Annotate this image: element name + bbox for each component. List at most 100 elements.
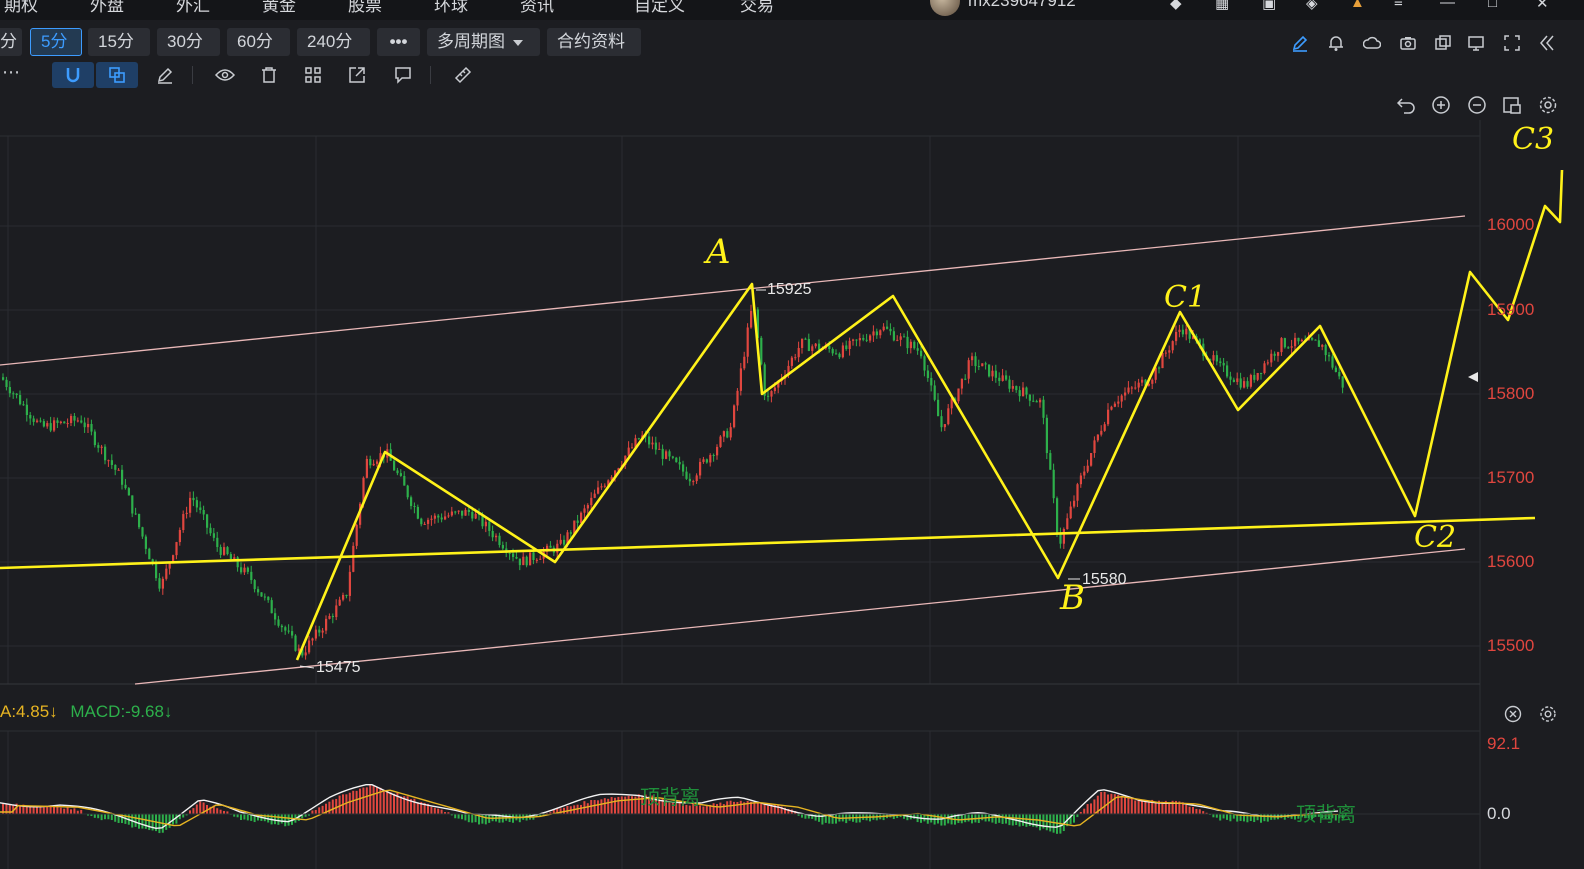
candle-body (1226, 365, 1229, 377)
macd-bar (192, 808, 195, 814)
last-price-arrow (1468, 372, 1478, 382)
macd-bar (32, 806, 35, 814)
candle-body (797, 347, 800, 358)
macd-bar (335, 798, 338, 814)
candle-body (1317, 340, 1320, 347)
macd-bar (331, 799, 334, 814)
macd-bar (1127, 797, 1130, 814)
macd-bar (600, 799, 603, 814)
candle-body (933, 385, 936, 400)
candle-body (8, 387, 11, 394)
candle-body (141, 527, 144, 537)
candle-body (430, 518, 433, 520)
macd-bar (607, 798, 610, 814)
candle-body (420, 518, 423, 525)
candle-body (192, 497, 195, 501)
close-indicator-icon[interactable] (1504, 705, 1522, 723)
candle-body (869, 335, 872, 341)
candle-body (811, 346, 814, 351)
candle-body (593, 493, 596, 498)
macd-bar (39, 807, 42, 814)
macd-bar (389, 792, 392, 814)
price-label-16000: 16000 (1487, 215, 1535, 234)
macd-bar (1219, 814, 1222, 821)
candle-body (216, 537, 219, 548)
candle-body (413, 506, 416, 508)
macd-bar (1093, 799, 1096, 814)
candle-body (1297, 337, 1300, 342)
macd-bar (559, 808, 562, 814)
macd-bar (943, 814, 946, 826)
candle-body (376, 461, 379, 464)
candle-body (1311, 338, 1314, 340)
candle-body (1103, 424, 1106, 431)
candle-body (1283, 338, 1286, 348)
candle-body (539, 558, 542, 560)
macd-bar (168, 814, 171, 828)
candle-body (1117, 401, 1120, 404)
macd-bar (141, 814, 144, 829)
candle-body (1256, 372, 1259, 380)
macd-bar (729, 800, 732, 814)
candle-body (508, 552, 511, 554)
indicator-settings-icon[interactable] (1539, 705, 1557, 723)
candle-body (1107, 409, 1110, 425)
candle-body (658, 448, 661, 450)
macd-bar (369, 784, 372, 814)
macd-bar (631, 796, 633, 814)
kline-chart[interactable] (0, 0, 1584, 869)
candle-body (1239, 378, 1242, 388)
macd-bar (512, 814, 514, 823)
high-price-marker: 15925 (767, 281, 812, 298)
macd-bar (1103, 791, 1106, 814)
candle-body (5, 379, 8, 388)
macd-bar (413, 798, 416, 814)
candle-body (314, 629, 317, 639)
candle-body (1260, 372, 1263, 374)
candle-body (148, 548, 151, 560)
macd-bar (338, 795, 341, 814)
macd-bar (1083, 808, 1086, 814)
macd-bar (1120, 795, 1123, 814)
candle-body (22, 404, 25, 406)
candle-body (253, 580, 256, 590)
candle-body (270, 600, 273, 614)
arrow-down-icon: ↓ (49, 702, 58, 721)
candle-body (845, 345, 848, 350)
candle-body (855, 339, 858, 341)
candle-body (178, 530, 181, 543)
candle-body (127, 488, 130, 496)
candle-body (1185, 328, 1188, 335)
candle-body (743, 356, 746, 369)
candle-body (525, 556, 528, 566)
macd-bar (1090, 803, 1092, 814)
macd-bar (818, 814, 820, 822)
macd-bar (97, 814, 100, 819)
macd-bar (1185, 805, 1188, 814)
candle-body (454, 511, 457, 513)
candle-body (1249, 374, 1252, 387)
candle-body (1134, 387, 1137, 389)
candle-body (515, 556, 518, 559)
macd-bar (1263, 814, 1266, 822)
candle-body (960, 378, 963, 389)
candle-body (603, 485, 606, 487)
candle-body (947, 408, 950, 425)
candle-body (773, 387, 776, 392)
macd-bar (831, 814, 834, 824)
candle-body (212, 533, 215, 538)
candle-body (1008, 379, 1011, 389)
macd-bar (1052, 814, 1055, 833)
candle-body (406, 485, 409, 498)
macd-bar (216, 808, 219, 814)
candle-body (70, 415, 73, 424)
candle-body (1028, 394, 1031, 401)
macd-bar (705, 805, 708, 814)
candle-body (372, 463, 375, 466)
candle-body (90, 423, 93, 432)
chart-grid (0, 136, 1480, 869)
candle-body (1290, 346, 1293, 348)
candle-body (1171, 341, 1174, 351)
macd-bar (1086, 804, 1089, 814)
macd-bar (386, 790, 389, 814)
